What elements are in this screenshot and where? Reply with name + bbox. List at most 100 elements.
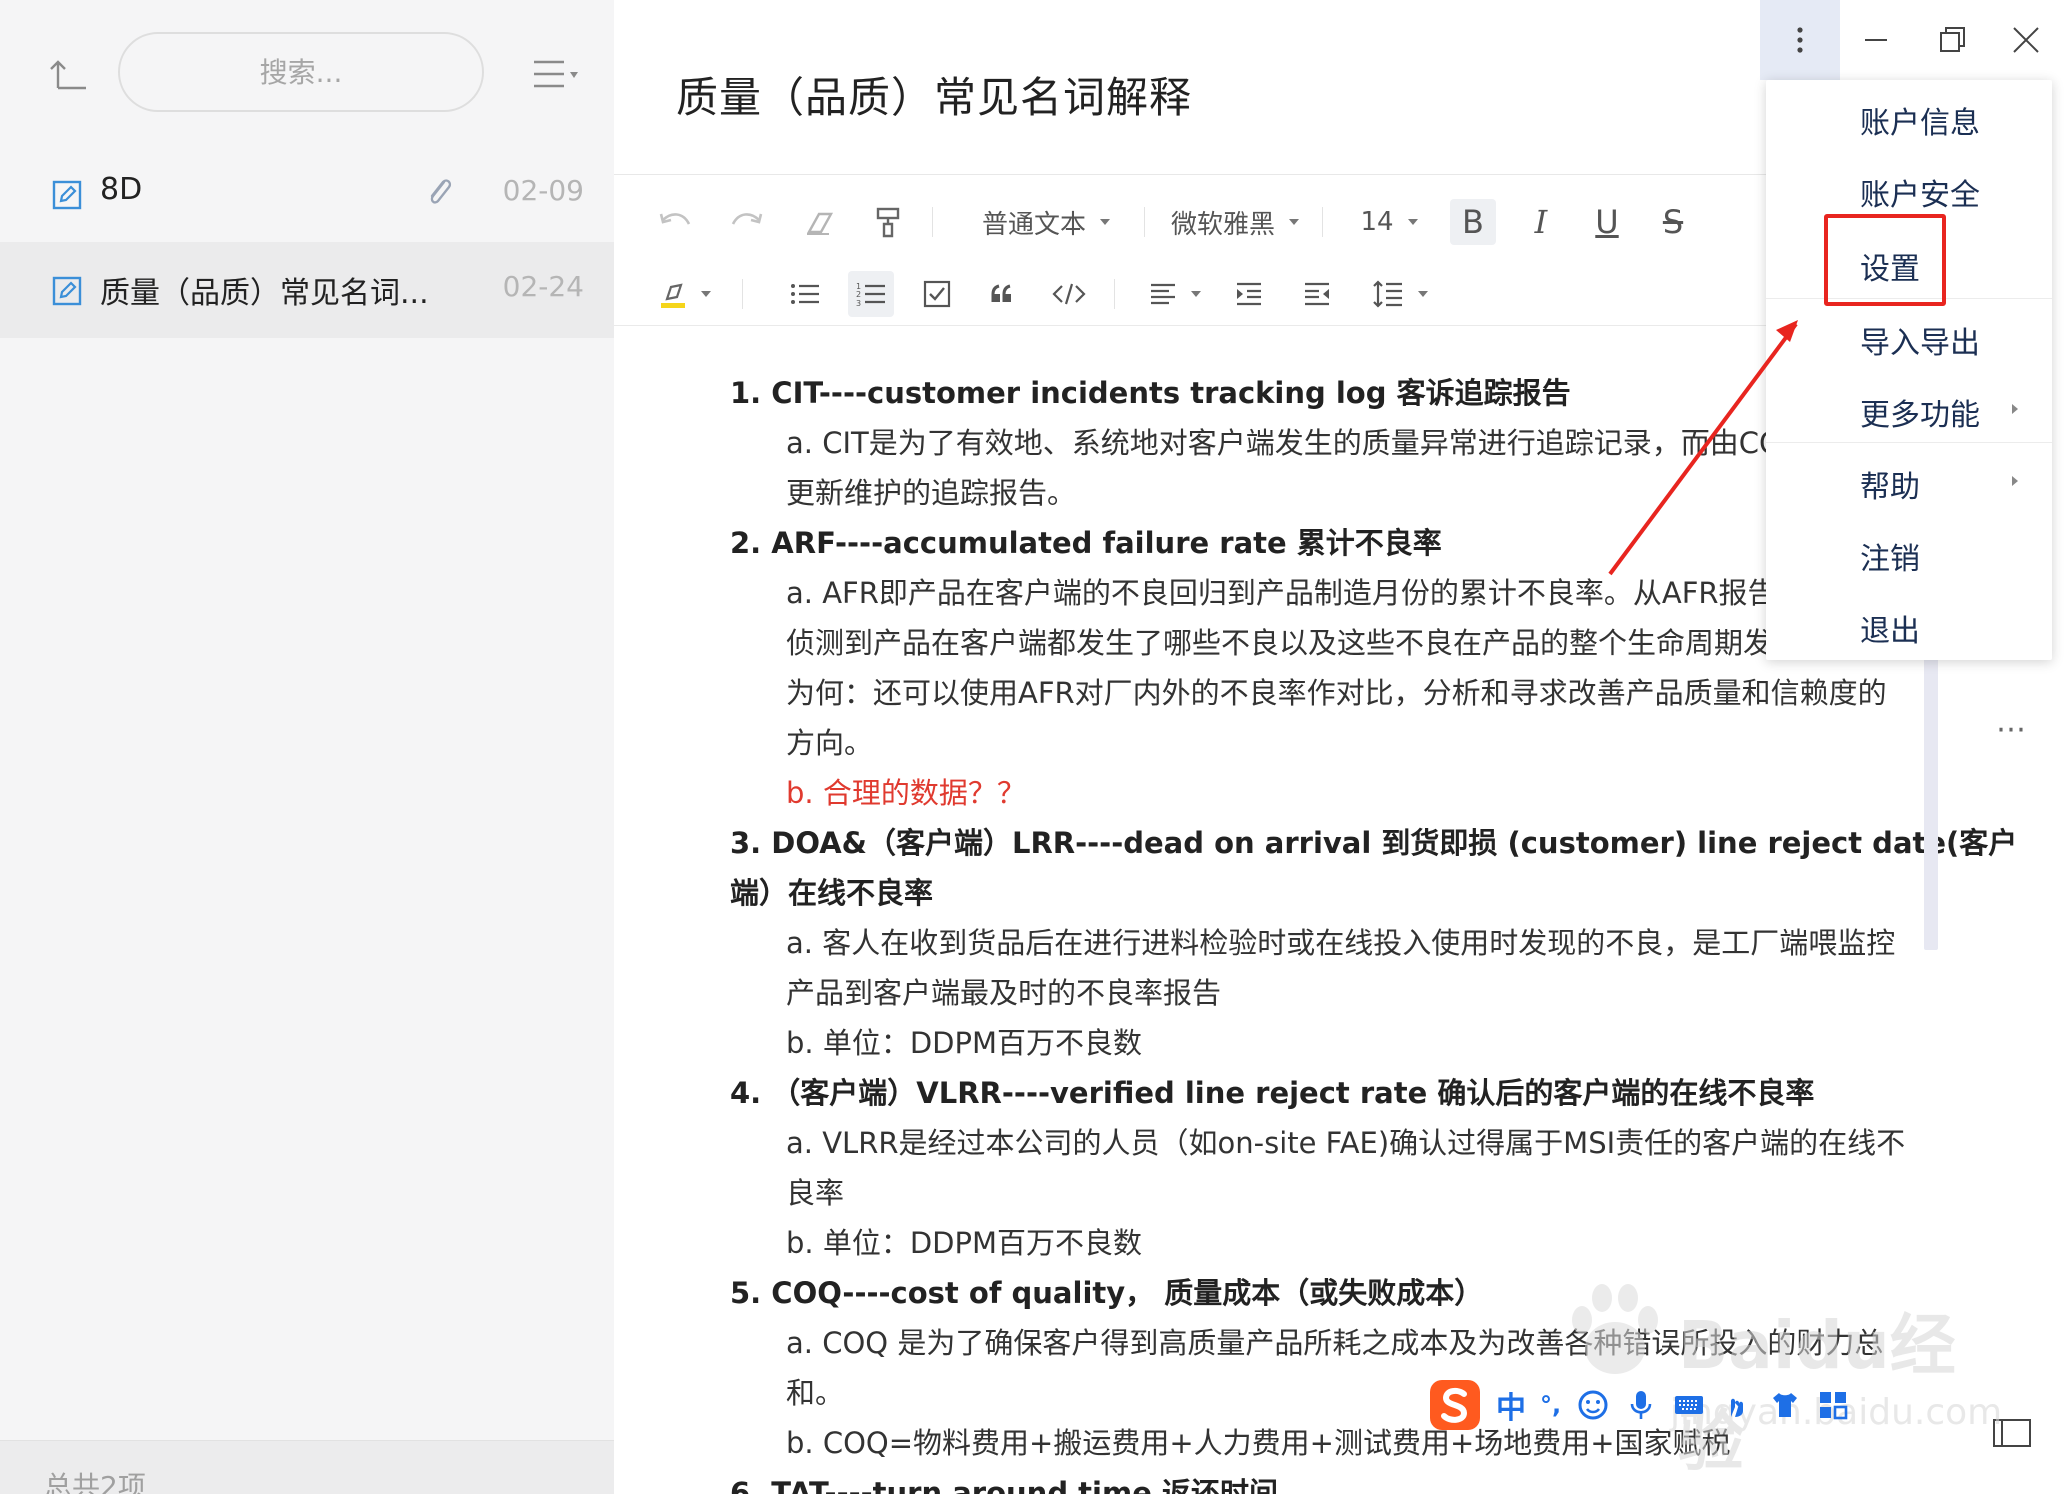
content-heading[interactable]: 2. ARF----accumulated failure rate 累计不良率 (730, 520, 1442, 562)
format-painter-icon[interactable] (866, 199, 910, 245)
document-title[interactable]: 质量（品质）常见名词解释 (676, 64, 1192, 125)
content-paragraph[interactable]: a. CIT是为了有效地、系统地对客户端发生的质量异常进行追踪记录，而由CQS (786, 420, 1800, 462)
highlight-color-icon[interactable] (650, 271, 720, 317)
submenu-arrow-icon (2012, 476, 2018, 486)
side-more-icon[interactable]: ⋯ (1996, 712, 2030, 747)
menu-item-exit[interactable]: 退出 (1766, 588, 2052, 660)
sort-menu-icon[interactable] (530, 58, 582, 90)
indent-decrease-icon[interactable] (1294, 271, 1340, 317)
menu-item-logout[interactable]: 注销 (1766, 516, 2052, 588)
content-paragraph[interactable]: b. 单位：DDPM百万不良数 (786, 1220, 1142, 1262)
item-count: 总共2项 (44, 1470, 146, 1494)
search-input[interactable] (120, 34, 482, 110)
sidebar-footer: 总共2项 (0, 1440, 614, 1494)
font-family-value: 微软雅黑 (1170, 209, 1275, 240)
note-list-item-selected[interactable]: 质量（品质）常见名词... 02-24 (0, 242, 614, 338)
content-heading[interactable]: 5. COQ----cost of quality， 质量成本（或失败成本） (730, 1270, 1483, 1312)
checkbox-list-icon[interactable] (914, 271, 960, 317)
quote-icon[interactable] (980, 271, 1026, 317)
bullet-list-icon[interactable] (782, 271, 828, 317)
go-up-icon[interactable] (48, 54, 92, 94)
menu-item-label: 更多功能 (1860, 398, 1980, 433)
content-heading[interactable]: 端）在线不良率 (730, 870, 933, 912)
submenu-arrow-icon (2012, 404, 2018, 414)
strikethrough-button[interactable]: S (1650, 199, 1696, 245)
minimize-button[interactable] (1836, 0, 1916, 80)
restore-button[interactable] (1912, 0, 1992, 80)
toolbox-grid-icon[interactable] (1817, 1389, 1849, 1421)
numbered-list-icon[interactable]: 123 (848, 271, 894, 317)
italic-button[interactable]: I (1518, 199, 1564, 245)
sogou-logo-icon[interactable] (1428, 1378, 1482, 1432)
emoji-icon[interactable] (1577, 1389, 1609, 1421)
content-heading[interactable]: 3. DOA&（客户端）LRR----dead on arrival 到货即损 … (730, 820, 2017, 862)
settings-highlight-box (1824, 214, 1946, 306)
keyboard-icon[interactable] (1673, 1389, 1705, 1421)
ime-mode-label[interactable]: 中 (1496, 1383, 1526, 1427)
menu-item-label: 账户信息 (1860, 106, 1980, 141)
svg-text:2: 2 (856, 290, 861, 299)
more-menu-button[interactable] (1760, 0, 1840, 80)
font-size-select[interactable]: 14 (1354, 199, 1424, 245)
content-heading[interactable]: 1. CIT----customer incidents tracking lo… (730, 370, 1571, 412)
sidebar-header (0, 0, 614, 150)
content-paragraph[interactable]: b. 单位：DDPM百万不良数 (786, 1020, 1142, 1062)
search-box[interactable] (118, 32, 484, 112)
content-paragraph[interactable]: 方向。 (786, 720, 873, 762)
code-block-icon[interactable] (1046, 271, 1092, 317)
menu-item-label: 账户安全 (1860, 178, 1980, 213)
menu-item-label: 退出 (1860, 614, 1920, 649)
menu-item-import-export[interactable]: 导入导出 (1766, 300, 2052, 372)
paragraph-style-value: 普通文本 (981, 209, 1086, 240)
align-menu-icon[interactable] (1140, 271, 1210, 317)
menu-item-label: 注销 (1860, 542, 1920, 577)
underline-button[interactable]: U (1584, 199, 1630, 245)
font-family-select[interactable]: 微软雅黑 (1170, 199, 1300, 245)
window-controls (1760, 0, 2066, 80)
italic-label: I (1534, 203, 1548, 241)
note-edit-icon (52, 180, 82, 210)
note-date: 02-09 (502, 174, 584, 207)
note-list-sidebar: 8D 02-09 质量（品质）常见名词... 02-24 总共2项 (0, 0, 614, 1494)
note-edit-icon (52, 276, 82, 306)
menu-item-more-features[interactable]: 更多功能 (1766, 372, 2052, 444)
skin-shirt-icon[interactable] (1769, 1389, 1801, 1421)
bold-button[interactable]: B (1450, 199, 1496, 245)
content-paragraph[interactable]: 产品到客户端最及时的不良率报告 (786, 970, 1221, 1012)
content-paragraph[interactable]: a. AFR即产品在客户端的不良回归到产品制造月份的累计不良率。从AFR报告里 (786, 570, 1806, 612)
paragraph-style-select[interactable]: 普通文本 (976, 199, 1116, 245)
gesture-icon[interactable] (1721, 1389, 1753, 1421)
redo-icon[interactable] (724, 199, 768, 245)
note-list-item[interactable]: 8D 02-09 (0, 146, 614, 242)
content-paragraph[interactable]: 更新维护的追踪报告。 (786, 470, 1076, 512)
undo-icon[interactable] (654, 199, 698, 245)
note-title: 8D (100, 172, 143, 207)
indent-increase-icon[interactable] (1226, 271, 1272, 317)
ime-toolbar: 中 °, (1428, 1374, 1849, 1436)
content-paragraph[interactable]: b. 合理的数据？？ (786, 770, 1026, 812)
menu-item-account-info[interactable]: 账户信息 (1766, 80, 2052, 152)
note-title: 质量（品质）常见名词... (100, 276, 429, 311)
note-date: 02-24 (502, 270, 584, 303)
content-paragraph[interactable]: a. 客人在收到货品后在进行进料检验时或在线投入使用时发现的不良，是工厂端喂监控 (786, 920, 1895, 962)
content-paragraph[interactable]: 侦测到产品在客户端都发生了哪些不良以及这些不良在产品的整个生命周期发生 (786, 620, 1801, 662)
strike-label: S (1662, 203, 1684, 241)
bold-label: B (1462, 203, 1484, 241)
more-dropdown-menu: 账户信息 账户安全 设置 导入导出 更多功能 帮助 注销 退出 (1766, 80, 2052, 660)
content-paragraph[interactable]: 为何：还可以使用AFR对厂内外的不良率作对比，分析和寻求改善产品质量和信赖度的 (786, 670, 1887, 712)
menu-item-help[interactable]: 帮助 (1766, 444, 2052, 516)
microphone-icon[interactable] (1625, 1389, 1657, 1421)
vertical-scrollbar[interactable] (1924, 640, 1938, 950)
content-paragraph[interactable]: a. VLRR是经过本公司的人员（如on-site FAE)确认过得属于MSI责… (786, 1120, 1905, 1162)
svg-text:3: 3 (856, 299, 861, 307)
content-paragraph[interactable]: 良率 (786, 1170, 844, 1212)
content-paragraph[interactable]: 和。 (786, 1370, 844, 1412)
ime-punct-label[interactable]: °, (1540, 1391, 1561, 1419)
menu-item-label: 帮助 (1860, 470, 1920, 505)
close-button[interactable] (1986, 0, 2066, 80)
content-heading[interactable]: 4. （客户端）VLRR----verified line reject rat… (730, 1070, 1814, 1112)
eraser-icon[interactable] (798, 199, 842, 245)
line-spacing-icon[interactable] (1360, 271, 1440, 317)
attachment-icon (424, 174, 454, 210)
content-heading[interactable]: 6. TAT----turn around time 返还时间 (730, 1470, 1278, 1494)
